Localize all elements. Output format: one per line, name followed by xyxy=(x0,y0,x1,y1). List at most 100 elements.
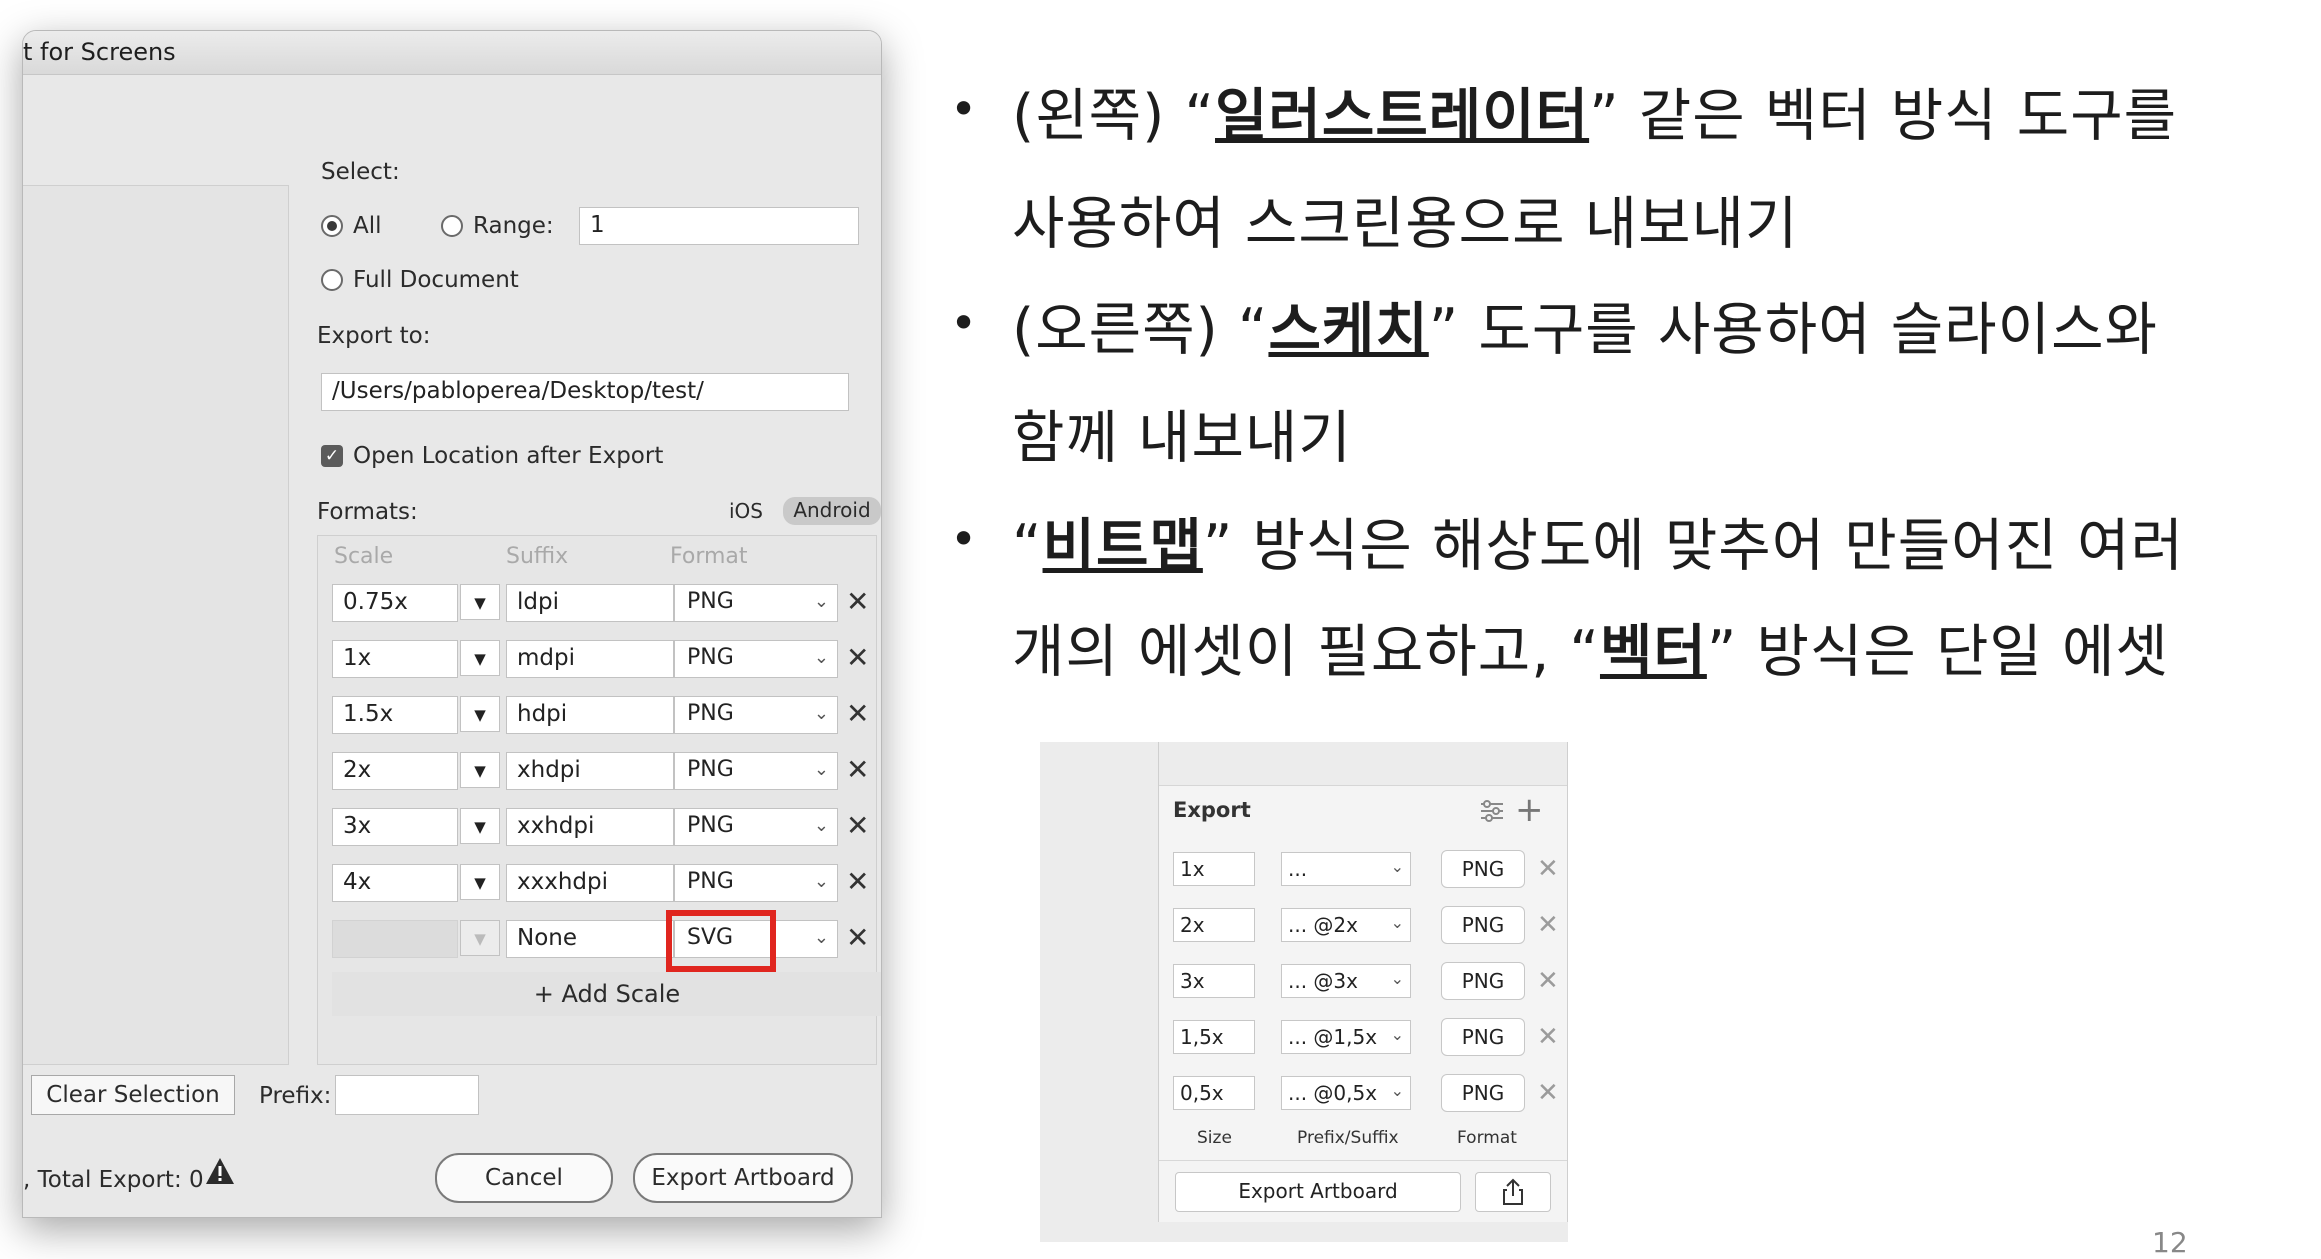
sketch-export-artboard-button[interactable]: Export Artboard xyxy=(1175,1172,1461,1212)
suffix-input[interactable]: ldpi xyxy=(506,584,674,622)
share-button[interactable] xyxy=(1475,1172,1551,1212)
suffix-input[interactable]: xxxhdpi xyxy=(506,864,674,902)
size-input[interactable]: 1,5x xyxy=(1173,1020,1255,1054)
close-icon[interactable]: ✕ xyxy=(846,868,869,896)
dialog-title: t for Screens xyxy=(23,38,176,66)
suffix-input[interactable]: xhdpi xyxy=(506,752,674,790)
suffix-select[interactable]: ... @3x ⌄ xyxy=(1281,964,1411,998)
close-icon[interactable]: ✕ xyxy=(1537,968,1559,994)
close-icon[interactable]: ✕ xyxy=(846,700,869,728)
bullet-3-line-2-post: ” 방식은 단일 에셋 xyxy=(1706,619,2169,685)
format-button[interactable]: PNG xyxy=(1441,1018,1525,1056)
chevron-down-icon: ⌄ xyxy=(813,759,829,780)
open-location-label: Open Location after Export xyxy=(353,443,664,469)
close-icon[interactable]: ✕ xyxy=(846,812,869,840)
plus-icon[interactable]: + xyxy=(1515,790,1544,830)
bullet-dot: • xyxy=(950,82,978,136)
format-value: PNG xyxy=(687,701,734,726)
close-icon[interactable]: ✕ xyxy=(1537,912,1559,938)
scale-input-disabled xyxy=(332,920,458,958)
format-select[interactable]: PNG ⌄ xyxy=(674,864,838,902)
close-icon[interactable]: ✕ xyxy=(846,756,869,784)
scale-input[interactable]: 3x xyxy=(332,808,458,846)
ios-preset[interactable]: iOS xyxy=(729,499,763,523)
range-input[interactable]: 1 xyxy=(579,207,859,245)
close-icon[interactable]: ✕ xyxy=(1537,856,1559,882)
format-select[interactable]: PNG ⌄ xyxy=(674,640,838,678)
suffix-input[interactable]: None xyxy=(506,920,674,958)
sketch-divider xyxy=(1159,1160,1567,1161)
bullet-1-line-1: (왼쪽) “일러스트레이터” 같은 벡터 방식 도구를 xyxy=(1012,70,2177,152)
total-export-label: , Total Export: 0 xyxy=(23,1167,204,1193)
bullet-1-bold: 일러스트레이터 xyxy=(1215,83,1590,149)
android-preset[interactable]: Android xyxy=(783,497,881,525)
sketch-export-title: Export xyxy=(1173,798,1251,822)
suffix-value: ... @2x xyxy=(1288,913,1358,937)
suffix-select[interactable]: ... @0,5x ⌄ xyxy=(1281,1076,1411,1110)
prefix-input[interactable] xyxy=(335,1075,479,1115)
formats-label: Formats: xyxy=(317,499,418,525)
bullet-3-bold: 비트맵 xyxy=(1042,513,1203,579)
size-input[interactable]: 0,5x xyxy=(1173,1076,1255,1110)
scale-dropdown[interactable]: ▼ xyxy=(460,584,500,620)
close-icon[interactable]: ✕ xyxy=(846,924,869,952)
format-select[interactable]: PNG ⌄ xyxy=(674,584,838,622)
clear-selection-label: Clear Selection xyxy=(46,1082,220,1108)
full-document-radio[interactable] xyxy=(321,269,343,291)
add-scale-button[interactable]: + Add Scale xyxy=(332,972,881,1016)
format-select[interactable]: PNG ⌄ xyxy=(674,752,838,790)
format-select[interactable]: PNG ⌄ xyxy=(674,696,838,734)
suffix-select[interactable]: ... @1,5x ⌄ xyxy=(1281,1020,1411,1054)
settings-sliders-icon[interactable] xyxy=(1479,800,1505,822)
suffix-input[interactable]: hdpi xyxy=(506,696,674,734)
export-path-input[interactable]: /Users/pabloperea/Desktop/test/ xyxy=(321,373,849,411)
dialog-titlebar[interactable]: t for Screens xyxy=(23,31,881,75)
bullet-3-line-1: “비트맵” 방식은 해상도에 맞추어 만들어진 여러 xyxy=(1012,500,2184,582)
size-input[interactable]: 3x xyxy=(1173,964,1255,998)
all-radio[interactable] xyxy=(321,215,343,237)
open-location-checkbox[interactable]: ✓ xyxy=(321,445,343,467)
scale-dropdown[interactable]: ▼ xyxy=(460,864,500,900)
format-button[interactable]: PNG xyxy=(1441,962,1525,1000)
export-for-screens-dialog: t for Screens Select: All Range: 1 Full … xyxy=(22,30,882,1218)
format-row: 1.5x ▼ hdpi PNG ⌄ ✕ xyxy=(318,696,878,736)
scale-input[interactable]: 1x xyxy=(332,640,458,678)
suffix-select[interactable]: ... ⌄ xyxy=(1281,852,1411,886)
clear-selection-button[interactable]: Clear Selection xyxy=(31,1075,235,1115)
range-radio[interactable] xyxy=(441,215,463,237)
scale-input[interactable]: 0.75x xyxy=(332,584,458,622)
scale-input[interactable]: 4x xyxy=(332,864,458,902)
artboard-list[interactable] xyxy=(23,185,289,1065)
scale-dropdown[interactable]: ▼ xyxy=(460,696,500,732)
bullet-2-bold: 스케치 xyxy=(1268,297,1429,363)
format-row: 0.75x ▼ ldpi PNG ⌄ ✕ xyxy=(318,584,878,624)
scale-dropdown[interactable]: ▼ xyxy=(460,808,500,844)
format-select[interactable]: PNG ⌄ xyxy=(674,808,838,846)
format-caption: Format xyxy=(1457,1128,1517,1148)
suffix-value: ... @3x xyxy=(1288,969,1358,993)
suffix-select[interactable]: ... @2x ⌄ xyxy=(1281,908,1411,942)
export-artboard-button[interactable]: Export Artboard xyxy=(633,1153,853,1203)
cancel-button[interactable]: Cancel xyxy=(435,1153,613,1203)
scale-input[interactable]: 2x xyxy=(332,752,458,790)
chevron-down-icon: ⌄ xyxy=(1390,1081,1404,1100)
format-button[interactable]: PNG xyxy=(1441,850,1525,888)
scale-dropdown[interactable]: ▼ xyxy=(460,640,500,676)
close-icon[interactable]: ✕ xyxy=(1537,1024,1559,1050)
format-button[interactable]: PNG xyxy=(1441,1074,1525,1112)
scale-dropdown[interactable]: ▼ xyxy=(460,752,500,788)
bullet-2-post: ” 도구를 사용하여 슬라이스와 xyxy=(1428,297,2158,363)
suffix-input[interactable]: mdpi xyxy=(506,640,674,678)
close-icon[interactable]: ✕ xyxy=(846,644,869,672)
size-caption: Size xyxy=(1197,1128,1232,1148)
sketch-row: 1,5x ... @1,5x ⌄ PNG ✕ xyxy=(1159,1018,1567,1058)
size-input[interactable]: 2x xyxy=(1173,908,1255,942)
sketch-row: 0,5x ... @0,5x ⌄ PNG ✕ xyxy=(1159,1074,1567,1114)
share-icon xyxy=(1503,1178,1523,1205)
scale-input[interactable]: 1.5x xyxy=(332,696,458,734)
format-button[interactable]: PNG xyxy=(1441,906,1525,944)
close-icon[interactable]: ✕ xyxy=(1537,1080,1559,1106)
close-icon[interactable]: ✕ xyxy=(846,588,869,616)
size-input[interactable]: 1x xyxy=(1173,852,1255,886)
suffix-input[interactable]: xxhdpi xyxy=(506,808,674,846)
